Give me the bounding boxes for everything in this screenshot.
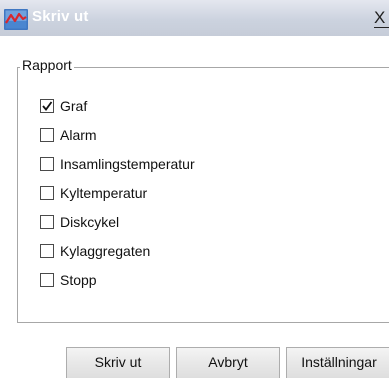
- checkbox-label: Graf: [60, 97, 88, 114]
- print-button[interactable]: Skriv ut: [66, 347, 170, 378]
- checkbox-box[interactable]: [40, 214, 54, 229]
- checkbox-box[interactable]: [40, 272, 54, 287]
- report-checkbox-list: Graf Alarm Insamlingstemperatur Kyltempe…: [40, 91, 195, 294]
- checkbox-label: Insamlingstemperatur: [60, 155, 195, 172]
- report-group-legend: Rapport: [20, 57, 74, 73]
- checkbox-insamlingstemperatur[interactable]: Insamlingstemperatur: [40, 149, 195, 178]
- checkbox-label: Stopp: [60, 271, 97, 288]
- checkbox-label: Diskcykel: [60, 213, 120, 230]
- checkbox-box[interactable]: [40, 127, 54, 142]
- settings-button[interactable]: Inställningar: [286, 347, 389, 378]
- checkbox-stopp[interactable]: Stopp: [40, 265, 195, 294]
- checkbox-diskcykel[interactable]: Diskcykel: [40, 207, 195, 236]
- chart-line-app-icon: [4, 9, 28, 30]
- checkbox-alarm[interactable]: Alarm: [40, 120, 195, 149]
- window-title: Skriv ut: [32, 8, 89, 25]
- checkbox-kyltemperatur[interactable]: Kyltemperatur: [40, 178, 195, 207]
- checkbox-label: Kylaggregaten: [60, 242, 151, 259]
- checkbox-box[interactable]: [40, 98, 54, 113]
- checkbox-label: Kyltemperatur: [60, 184, 148, 201]
- checkbox-kylaggregaten[interactable]: Kylaggregaten: [40, 236, 195, 265]
- button-row: Skriv ut Avbryt Inställningar: [0, 347, 389, 378]
- print-dialog: Skriv ut X Rapport Graf Alarm Insamlings…: [0, 0, 389, 378]
- checkbox-label: Alarm: [60, 126, 97, 143]
- checkbox-box[interactable]: [40, 185, 54, 200]
- checkmark-icon: [42, 100, 53, 111]
- close-button[interactable]: X: [374, 6, 389, 30]
- title-bar[interactable]: Skriv ut X: [0, 0, 389, 36]
- checkbox-box[interactable]: [40, 243, 54, 258]
- checkbox-graf[interactable]: Graf: [40, 91, 195, 120]
- checkbox-box[interactable]: [40, 156, 54, 171]
- cancel-button[interactable]: Avbryt: [176, 347, 280, 378]
